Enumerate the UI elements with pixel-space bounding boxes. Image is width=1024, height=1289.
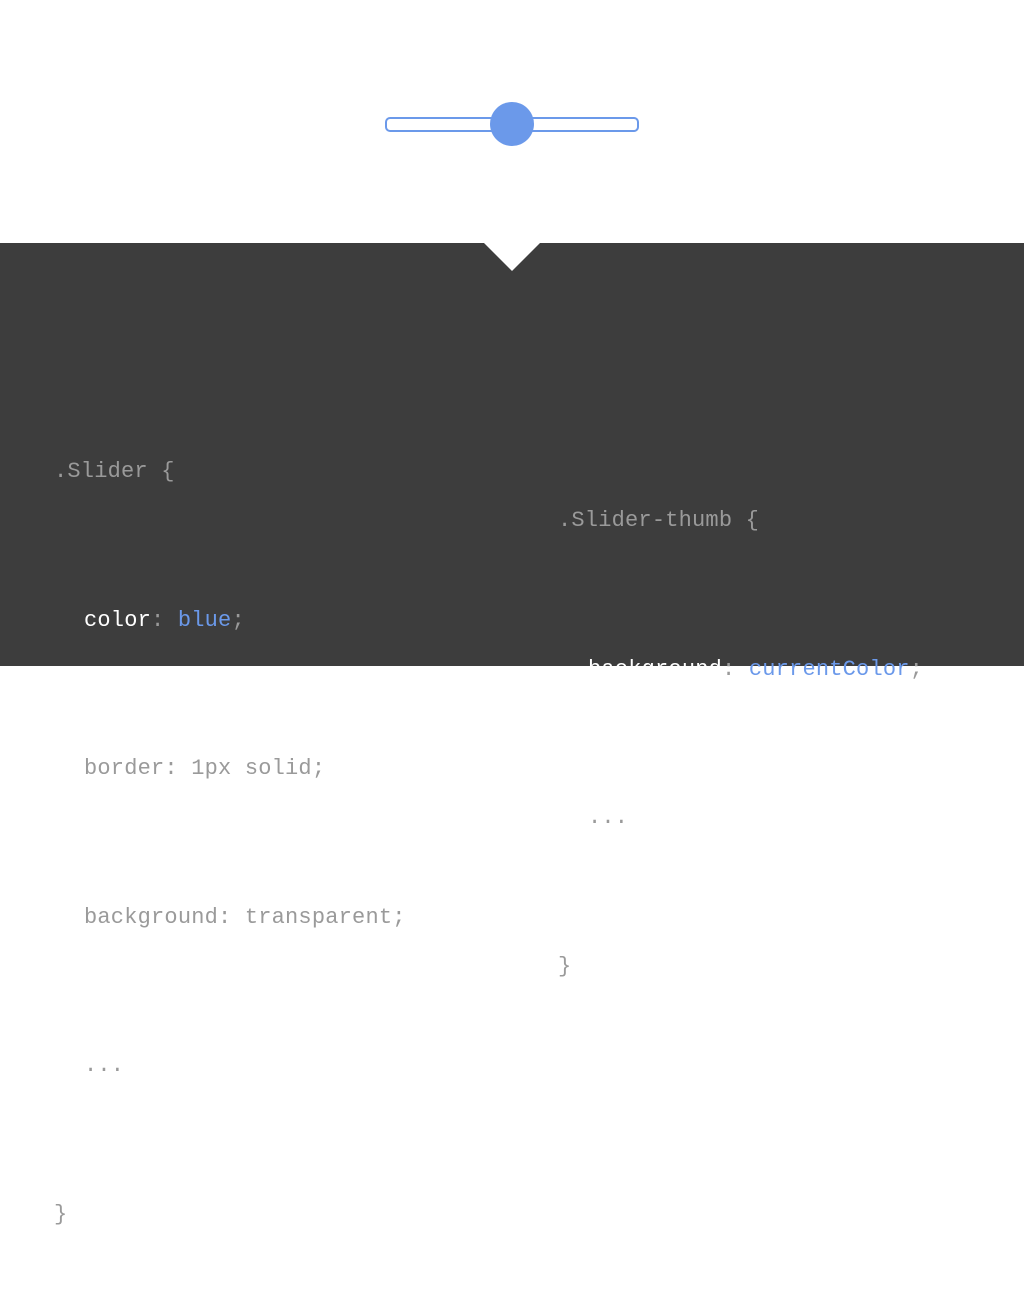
background-value: currentColor [748, 656, 910, 682]
callout-notch [484, 243, 540, 271]
slider-background-line: background: transparent; [84, 904, 406, 930]
preview-area [0, 0, 1024, 243]
thumb-selector-line: .Slider-thumb { [558, 508, 760, 533]
slider-thumb-css-block: .Slider-thumb { background: currentColor… [558, 397, 923, 1041]
color-value: blue [177, 607, 232, 633]
background-separator: : [722, 656, 749, 682]
thumb-background-line: background: currentColor; [558, 645, 923, 695]
thumb-closing-brace: } [558, 953, 572, 979]
slider-ellipsis-line: ... [84, 1053, 125, 1078]
background-property: background [588, 656, 723, 682]
slider-closing-brace: } [54, 1201, 68, 1227]
slider-css-block: .Slider { color: blue; border: 1px solid… [54, 348, 406, 1289]
slider-thumb[interactable] [490, 102, 534, 146]
thumb-ellipsis-line: ... [588, 805, 629, 830]
color-separator: : [151, 607, 178, 633]
color-terminator: ; [231, 607, 245, 633]
background-terminator: ; [909, 656, 924, 682]
slider-border-line: border: 1px solid; [84, 756, 326, 781]
slider-color-line: color: blue; [54, 596, 406, 646]
color-property: color [84, 607, 152, 633]
slider-selector-line: .Slider { [54, 459, 175, 484]
